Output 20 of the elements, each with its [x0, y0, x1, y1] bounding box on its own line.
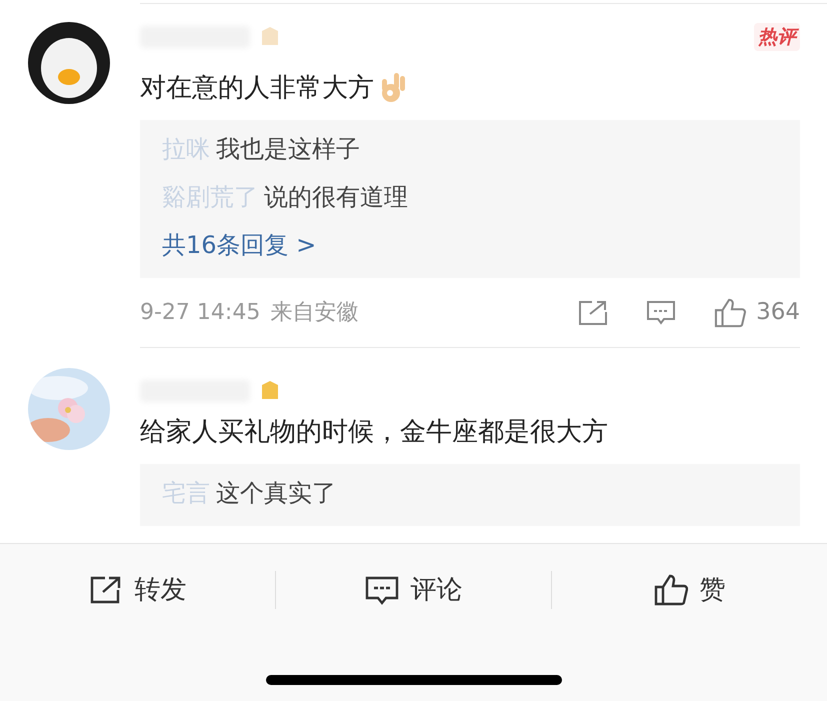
thumbs-up-icon[interactable] [714, 298, 746, 328]
repost-button[interactable]: 转发 [0, 570, 275, 610]
share-icon[interactable] [578, 300, 608, 326]
avatar[interactable] [28, 22, 110, 104]
reply-text: 我也是这样子 [216, 134, 360, 165]
comment-location: 来自安徽 [270, 299, 358, 327]
like-button[interactable]: 赞 [552, 570, 827, 610]
thumbs-up-icon [654, 574, 688, 606]
comment-icon [364, 575, 398, 605]
comment-text: 给家人买礼物的时候，金牛座都是很大方 [140, 416, 608, 449]
comment-icon[interactable] [646, 300, 676, 326]
reply-text: 说的很有道理 [264, 182, 408, 213]
comment-text: 对在意的人非常大方 [140, 72, 374, 105]
comment-button[interactable]: 评论 [276, 570, 551, 610]
reply-text: 这个真实了 [216, 478, 336, 509]
share-icon [88, 575, 122, 605]
more-replies-link[interactable]: 共16条回复 > [162, 228, 316, 262]
like-count: 364 [756, 298, 800, 328]
comment-time: 9-27 14:45 [140, 299, 260, 327]
hot-comment-label: 热评 [754, 22, 800, 52]
